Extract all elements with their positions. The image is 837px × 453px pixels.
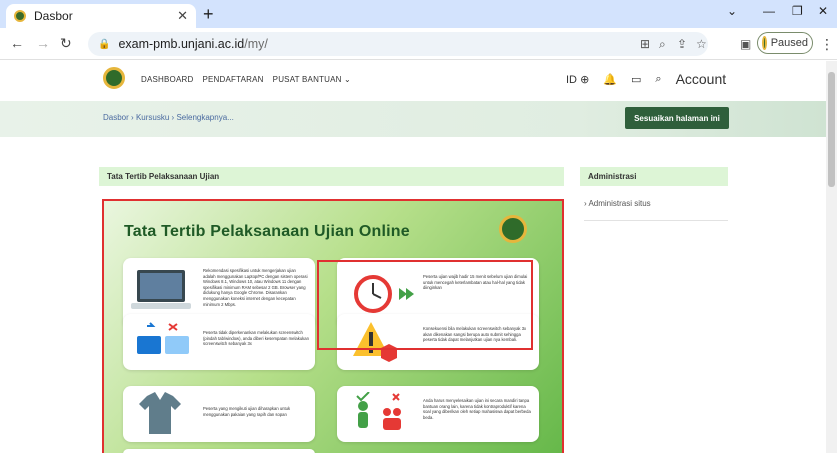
- tab-title: Dasbor: [34, 9, 73, 23]
- share-icon[interactable]: ⇪: [677, 37, 687, 51]
- rule-card: Peserta tidak diperkenankan melakukan sc…: [123, 314, 315, 370]
- rule-text: Rekomendasi spesifikasi untuk mengerjaka…: [203, 268, 308, 307]
- browser-tab[interactable]: Dasbor ✕: [6, 4, 196, 28]
- tab-search-icon[interactable]: ⌄: [727, 4, 737, 18]
- minimize-button[interactable]: —: [763, 4, 775, 18]
- profile-button[interactable]: Paused: [757, 32, 813, 54]
- reload-icon[interactable]: ↻: [60, 35, 72, 52]
- translate-icon[interactable]: ⊞: [640, 37, 650, 51]
- url-host: exam-pmb.unjani.ac.id: [118, 37, 245, 51]
- independent-work-icon: [356, 392, 401, 430]
- profile-status: Paused: [770, 37, 808, 49]
- url-path: /my/: [244, 37, 268, 51]
- tab-close-icon[interactable]: ✕: [177, 8, 188, 24]
- browser-menu-icon[interactable]: ⋮: [820, 36, 834, 53]
- bookmark-star-icon[interactable]: ☆: [696, 37, 707, 51]
- poster-area: Tata Tertib Pelaksanaan Ujian Online Rek…: [0, 61, 826, 453]
- back-arrow-icon[interactable]: ←: [10, 35, 24, 51]
- zoom-icon[interactable]: ⌕: [659, 37, 666, 52]
- new-tab-button[interactable]: +: [203, 5, 214, 23]
- forward-arrow-icon[interactable]: →: [36, 35, 50, 51]
- rule-card: Peserta yang mengikuti ujian diharapkan …: [123, 386, 315, 442]
- laptop-icon: [131, 270, 191, 309]
- avatar: [762, 36, 767, 50]
- address-bar[interactable]: 🔒 exam-pmb.unjani.ac.id/my/: [88, 32, 708, 56]
- shirt-icon: [139, 392, 181, 434]
- browser-toolbar: ← → ↻ 🔒 exam-pmb.unjani.ac.id/my/ ⊞ ⌕ ⇪ …: [0, 28, 837, 60]
- scrollbar-thumb[interactable]: [828, 72, 835, 187]
- poster-logo: [499, 215, 527, 243]
- screen-switch-icon: [137, 322, 189, 354]
- poster-title: Tata Tertib Pelaksanaan Ujian Online: [124, 223, 410, 240]
- browser-tab-strip: Dasbor ✕ + ⌄ — ❐ ✕: [0, 0, 837, 28]
- site-favicon-icon: [14, 10, 26, 22]
- highlight-box: [317, 260, 533, 350]
- close-window-button[interactable]: ✕: [818, 4, 828, 18]
- rule-text: Peserta yang mengikuti ujian diharapkan …: [203, 406, 291, 417]
- rule-text: Anda harus menyelesaikan ujian ini secar…: [423, 398, 531, 420]
- restore-button[interactable]: ❐: [792, 4, 803, 18]
- side-panel-icon[interactable]: ▣: [740, 37, 751, 51]
- rule-text: Peserta tidak diperkenankan melakukan sc…: [203, 330, 309, 347]
- rule-card: [123, 449, 315, 453]
- lock-icon[interactable]: 🔒: [98, 39, 110, 50]
- rule-card: Anda harus menyelesaikan ujian ini secar…: [337, 386, 539, 442]
